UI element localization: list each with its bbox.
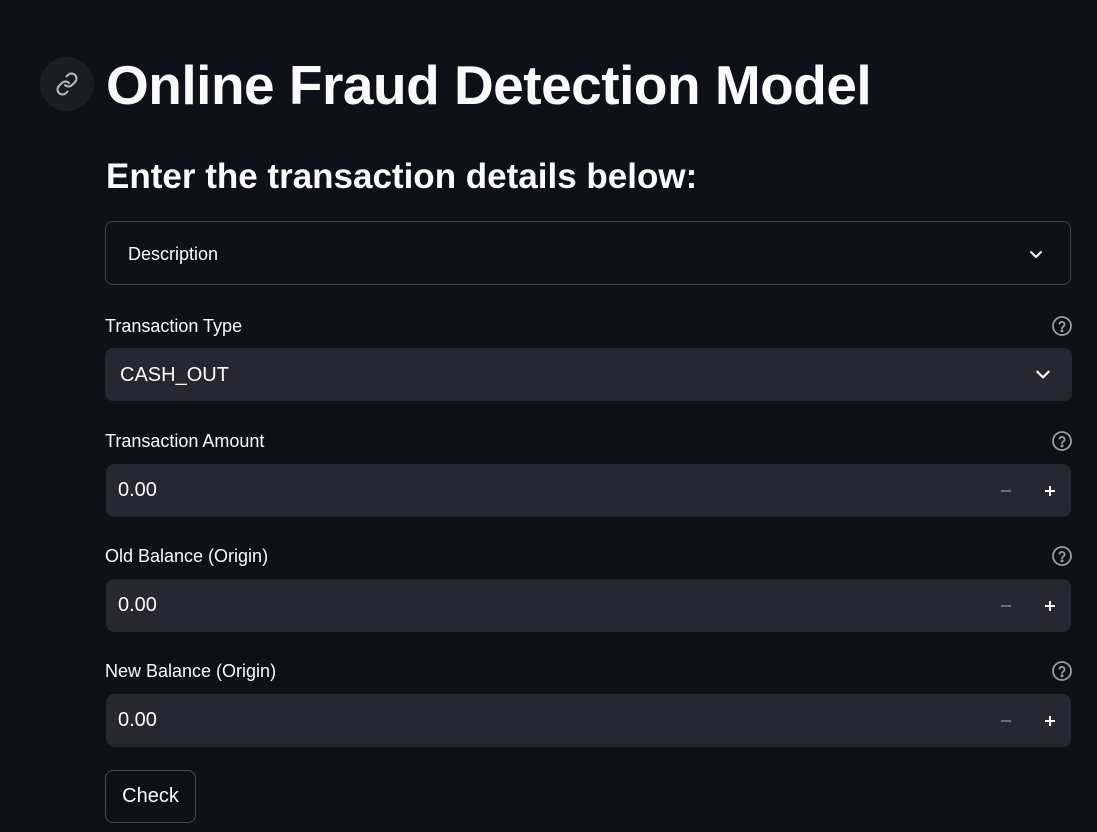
header-anchor-link[interactable] (40, 57, 94, 111)
transaction-amount-decrement-button[interactable] (984, 464, 1028, 517)
transaction-amount-increment-button[interactable] (1028, 464, 1072, 517)
new-balance-origin-label: New Balance (Origin) (105, 661, 277, 681)
minus-icon (1001, 719, 1011, 722)
plus-icon (1045, 600, 1055, 611)
transaction-amount-number-input (106, 464, 1071, 517)
old-balance-origin-number-input (106, 579, 1071, 632)
new-balance-origin-help-icon[interactable] (1051, 660, 1073, 682)
transaction-type-label: Transaction Type (105, 316, 243, 336)
transaction-amount-field[interactable] (106, 464, 976, 517)
old-balance-origin-help-icon[interactable] (1051, 545, 1073, 567)
check-button[interactable]: Check (105, 770, 196, 823)
plus-icon (1045, 715, 1055, 726)
app-page: Online Fraud Detection Model Enter the t… (0, 0, 1097, 832)
old-balance-origin-increment-button[interactable] (1028, 579, 1072, 632)
form-subtitle: Enter the transaction details below: (106, 157, 698, 196)
plus-icon (1045, 485, 1055, 496)
description-expander[interactable]: Description (105, 221, 1071, 285)
transaction-type-select[interactable]: CASH_OUT (105, 348, 1072, 401)
link-icon (56, 72, 78, 96)
transaction-type-selected-value: CASH_OUT (120, 364, 229, 386)
new-balance-origin-decrement-button[interactable] (984, 694, 1028, 747)
description-expander-label: Description (128, 244, 219, 264)
old-balance-origin-field[interactable] (106, 579, 976, 632)
minus-icon (1001, 489, 1011, 492)
transaction-amount-label: Transaction Amount (105, 431, 265, 451)
page-title: Online Fraud Detection Model (106, 54, 872, 116)
transaction-type-help-icon[interactable] (1051, 315, 1073, 337)
new-balance-origin-increment-button[interactable] (1028, 694, 1072, 747)
old-balance-origin-decrement-button[interactable] (984, 579, 1028, 632)
transaction-amount-help-icon[interactable] (1051, 430, 1073, 452)
chevron-down-icon (1036, 370, 1050, 379)
old-balance-origin-label: Old Balance (Origin) (105, 546, 269, 566)
new-balance-origin-number-input (106, 694, 1071, 747)
new-balance-origin-field[interactable] (106, 694, 976, 747)
minus-icon (1001, 604, 1011, 607)
chevron-down-icon (1030, 251, 1042, 258)
